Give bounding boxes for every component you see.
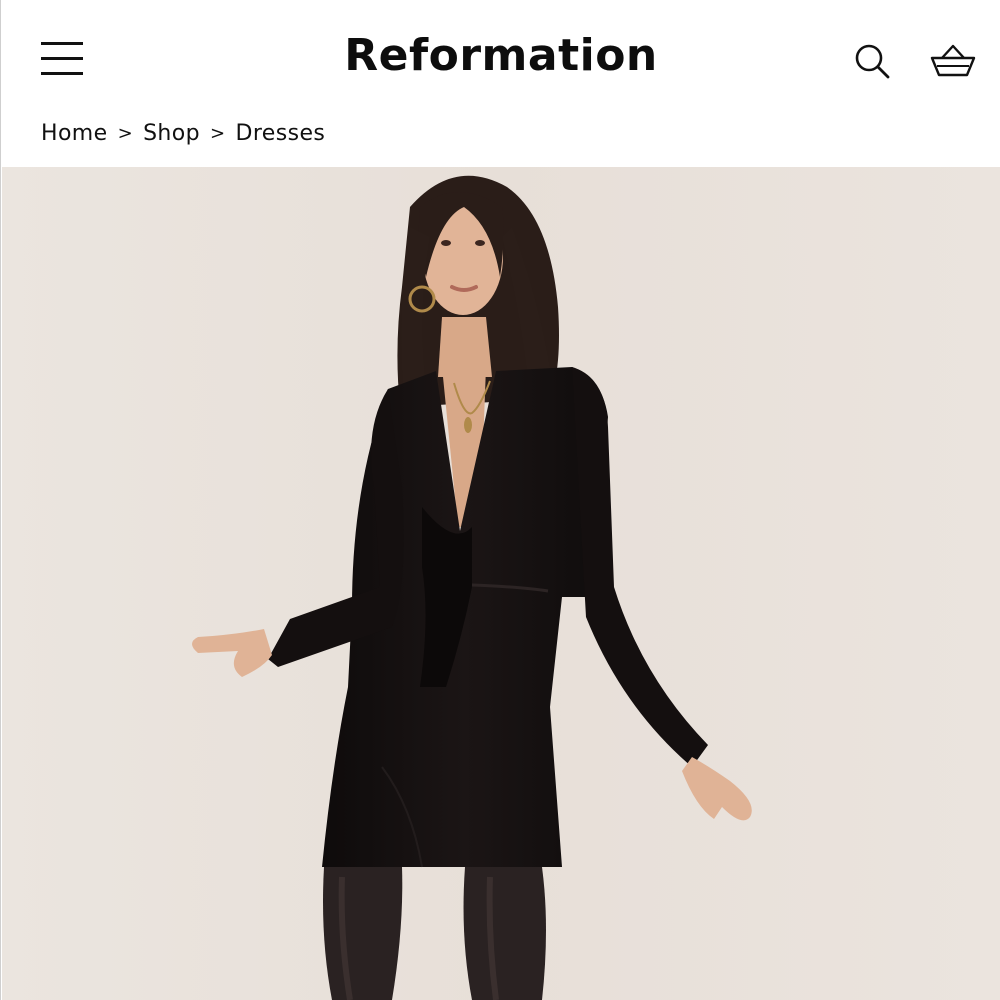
breadcrumb-dresses: Dresses xyxy=(235,120,326,146)
brand-logo[interactable]: Reformation xyxy=(344,30,658,81)
breadcrumb-shop[interactable]: Shop xyxy=(143,121,200,146)
shopping-basket-icon[interactable] xyxy=(929,40,976,84)
breadcrumb-separator: > xyxy=(210,122,226,144)
search-icon-graphic xyxy=(855,44,890,79)
page-frame: Reformation Home > Shop > Dresses xyxy=(0,0,1000,1000)
basket-icon-graphic xyxy=(930,44,976,77)
product-hero-image[interactable] xyxy=(2,167,1000,1000)
site-header: Reformation xyxy=(1,0,1000,120)
model-photo-illustration xyxy=(2,167,1000,1000)
breadcrumb-home[interactable]: Home xyxy=(41,121,108,146)
breadcrumb: Home > Shop > Dresses xyxy=(41,118,325,148)
search-icon[interactable] xyxy=(851,40,895,84)
breadcrumb-separator: > xyxy=(117,122,134,144)
